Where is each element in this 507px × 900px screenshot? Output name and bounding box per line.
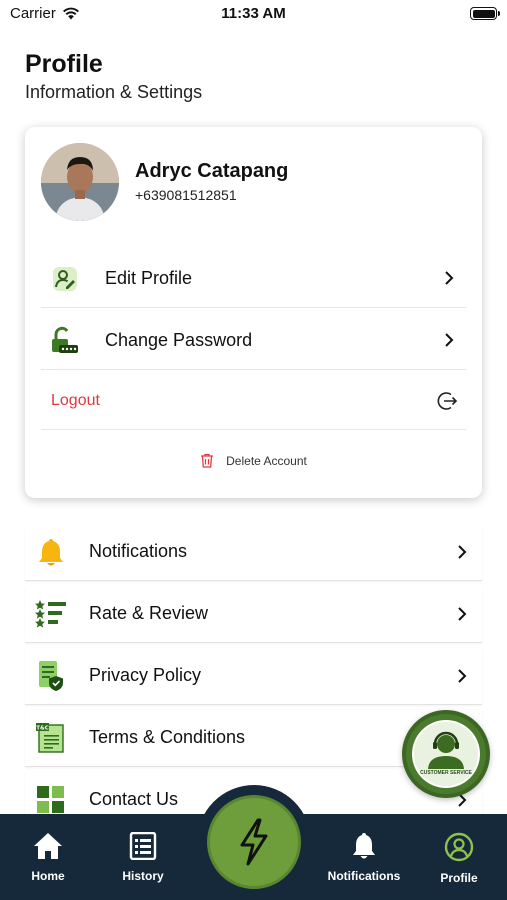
logout-label: Logout [51, 391, 100, 409]
chevron-right-icon [458, 545, 467, 559]
home-icon [34, 833, 62, 859]
bell-icon [353, 833, 375, 859]
user-phone: +639081512851 [135, 187, 237, 203]
trash-icon [201, 453, 214, 468]
change-password-row[interactable]: Change Password [41, 312, 466, 370]
privacy-shield-icon [35, 660, 67, 692]
status-bar: Carrier 11:33 AM [0, 0, 507, 30]
tab-notifications-label: Notifications [327, 869, 401, 883]
contact-grid-icon [35, 784, 67, 816]
tab-profile[interactable]: Profile [414, 832, 504, 885]
user-name: Adryc Catapang [135, 160, 289, 182]
svg-text:T&C: T&C [36, 725, 49, 731]
delete-account-button[interactable]: Delete Account [25, 453, 482, 468]
chevron-right-icon [445, 271, 454, 285]
chevron-right-icon [458, 607, 467, 621]
lightning-icon [240, 818, 268, 866]
battery-icon [470, 7, 500, 20]
tab-home-label: Home [31, 869, 65, 883]
status-time: 11:33 AM [221, 5, 286, 22]
bell-icon [35, 536, 67, 568]
menu-label: Notifications [89, 541, 188, 561]
history-list-icon [129, 831, 157, 861]
profile-card: Adryc Catapang +639081512851 Edit Profil… [25, 127, 482, 498]
menu-label: Rate & Review [89, 603, 209, 623]
menu-item-notifications[interactable]: Notifications [25, 524, 482, 581]
customer-service-icon: CUSTOMER SERVICE [412, 720, 480, 788]
chevron-right-icon [458, 669, 467, 683]
menu-label: Contact Us [89, 789, 179, 809]
logout-icon [437, 392, 458, 410]
profile-icon [444, 832, 474, 862]
tab-profile-label: Profile [440, 871, 478, 885]
terms-document-icon: T&C [35, 722, 67, 754]
change-password-label: Change Password [105, 330, 253, 350]
tab-notifications[interactable]: Notifications [319, 832, 409, 883]
tab-home[interactable]: Home [3, 832, 93, 883]
page-title: Profile [25, 50, 103, 78]
menu-item-rate-review[interactable]: Rate & Review [25, 586, 482, 643]
menu-label: Terms & Conditions [89, 727, 246, 747]
customer-service-label: CUSTOMER SERVICE [420, 770, 472, 776]
center-action-button[interactable] [207, 795, 301, 889]
menu-item-privacy-policy[interactable]: Privacy Policy [25, 648, 482, 705]
chevron-right-icon [445, 333, 454, 347]
tab-history[interactable]: History [98, 831, 188, 883]
avatar[interactable] [41, 143, 119, 221]
unlock-password-icon [50, 326, 80, 356]
tab-history-label: History [122, 869, 164, 883]
edit-profile-row[interactable]: Edit Profile [41, 250, 466, 308]
customer-service-button[interactable]: CUSTOMER SERVICE [402, 710, 490, 798]
delete-account-label: Delete Account [226, 453, 307, 468]
star-rating-icon [35, 598, 67, 630]
edit-profile-label: Edit Profile [105, 268, 193, 288]
logout-row[interactable]: Logout [41, 372, 466, 430]
page-subtitle: Information & Settings [25, 82, 203, 102]
edit-user-icon [50, 264, 80, 294]
menu-label: Privacy Policy [89, 665, 202, 685]
